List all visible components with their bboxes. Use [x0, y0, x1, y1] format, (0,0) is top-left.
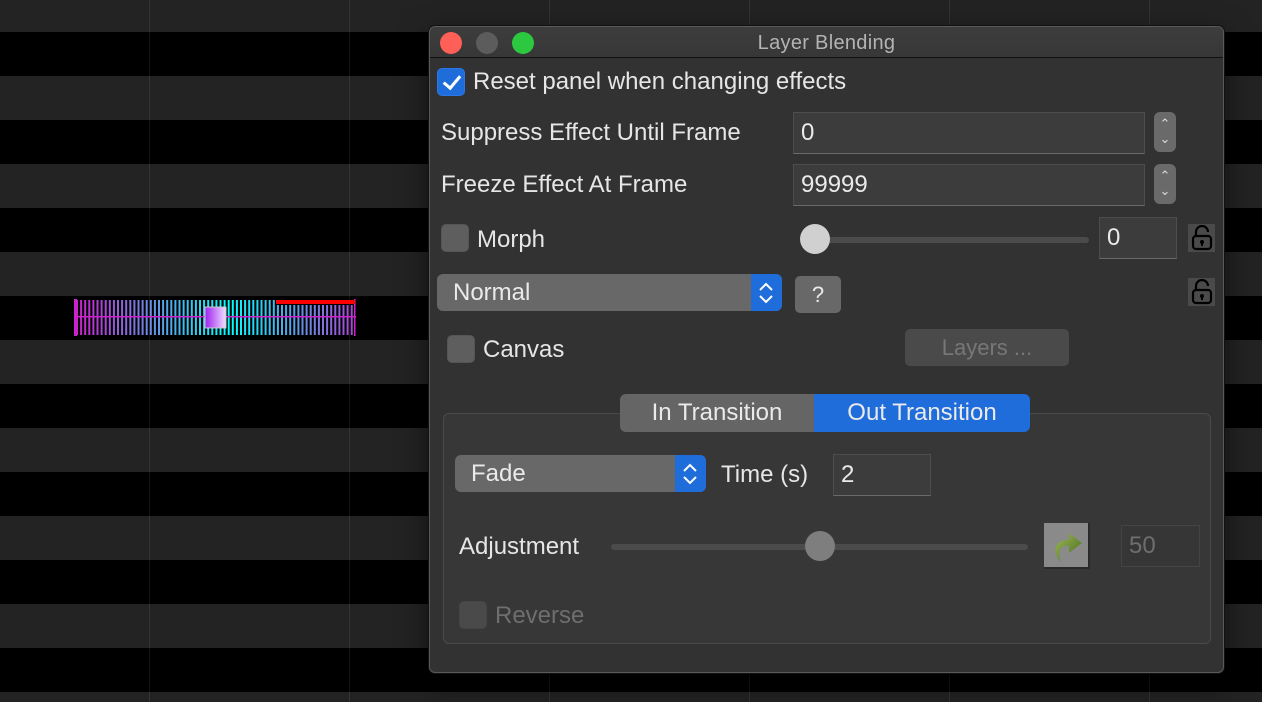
suppress-label: Suppress Effect Until Frame — [441, 119, 741, 146]
reset-adjustment-button[interactable] — [1044, 523, 1090, 569]
canvas-label: Canvas — [483, 336, 565, 363]
morph-slider-knob[interactable] — [800, 224, 830, 254]
transition-tabs: In Transition Out Transition — [620, 394, 1030, 432]
clip-bar — [293, 305, 296, 335]
clip-start-edge[interactable] — [74, 299, 77, 336]
canvas-checkbox[interactable] — [447, 335, 475, 363]
layers-button[interactable]: Layers ... — [905, 329, 1069, 366]
clip-bar — [297, 305, 300, 335]
chevron-down-icon[interactable]: ⌄ — [1154, 183, 1176, 198]
tab-in-transition[interactable]: In Transition — [620, 394, 814, 432]
clip-bar — [309, 305, 312, 335]
freeze-label: Freeze Effect At Frame — [441, 171, 688, 198]
tab-out-transition[interactable]: Out Transition — [814, 394, 1030, 432]
clip-bar — [276, 305, 279, 335]
clip-bar — [330, 305, 333, 335]
clip-playhead-handle[interactable] — [204, 306, 227, 329]
effect-clip[interactable] — [74, 299, 356, 336]
morph-label: Morph — [477, 226, 546, 253]
timeline-gridline — [149, 0, 150, 702]
chevron-up-icon[interactable]: ⌃ — [1154, 168, 1176, 183]
adjustment-value-input[interactable]: 50 — [1121, 525, 1200, 567]
clip-bar — [281, 305, 283, 335]
unlocked-padlock-icon[interactable] — [1188, 224, 1215, 252]
clip-bar — [301, 305, 304, 335]
chevron-up-icon[interactable]: ⌃ — [1154, 116, 1176, 131]
suppress-frame-input[interactable]: 0 — [793, 112, 1145, 154]
clip-bar — [322, 305, 324, 335]
adjustment-slider-knob[interactable] — [804, 531, 835, 561]
time-label: Time (s) — [721, 461, 809, 488]
reset-panel-label: Reset panel when changing effects — [473, 68, 847, 95]
clip-bar — [342, 305, 345, 335]
up-down-chevron-icon — [675, 455, 706, 492]
help-button[interactable]: ? — [795, 276, 841, 313]
reverse-label: Reverse — [495, 602, 585, 629]
adjustment-label: Adjustment — [459, 533, 580, 560]
transition-type-dropdown[interactable]: Fade — [455, 455, 706, 492]
freeze-frame-input[interactable]: 99999 — [793, 164, 1145, 206]
clip-bar — [350, 305, 353, 335]
freeze-frame-stepper[interactable]: ⌃ ⌄ — [1154, 164, 1176, 204]
timeline-gridline — [349, 0, 350, 702]
clip-bar — [305, 305, 308, 335]
blend-mode-dropdown[interactable]: Normal — [437, 274, 782, 311]
clip-bar — [334, 305, 337, 335]
reverse-checkbox[interactable] — [459, 601, 487, 629]
unlocked-padlock-icon[interactable] — [1188, 278, 1215, 306]
time-input[interactable]: 2 — [833, 454, 931, 496]
green-curved-arrow-icon — [1055, 533, 1082, 562]
layer-blending-panel: Layer Blending Reset panel when changing… — [429, 26, 1224, 673]
blend-mode-value: Normal — [453, 279, 531, 306]
morph-slider-track[interactable] — [815, 237, 1089, 243]
chevron-down-icon[interactable]: ⌄ — [1154, 131, 1176, 146]
title-bar[interactable]: Layer Blending — [430, 27, 1223, 58]
reset-panel-checkbox[interactable] — [437, 68, 465, 96]
window-title: Layer Blending — [757, 32, 896, 54]
clip-bar — [326, 305, 329, 335]
clip-transition-marker — [276, 300, 355, 304]
morph-value-input[interactable]: 0 — [1099, 217, 1177, 259]
clip-bar — [346, 305, 349, 335]
transition-type-value: Fade — [471, 460, 526, 487]
clip-bar — [285, 305, 288, 335]
suppress-frame-stepper[interactable]: ⌃ ⌄ — [1154, 112, 1176, 152]
timeline-row — [0, 692, 1262, 702]
effect-clip-graphic — [74, 299, 356, 336]
up-down-chevron-icon — [751, 274, 782, 311]
morph-checkbox[interactable] — [441, 224, 469, 252]
clip-bar — [313, 305, 316, 335]
clip-bar — [289, 305, 292, 335]
clip-bar — [338, 305, 341, 335]
clip-bar — [317, 305, 320, 335]
clip-end-edge[interactable] — [354, 299, 356, 336]
